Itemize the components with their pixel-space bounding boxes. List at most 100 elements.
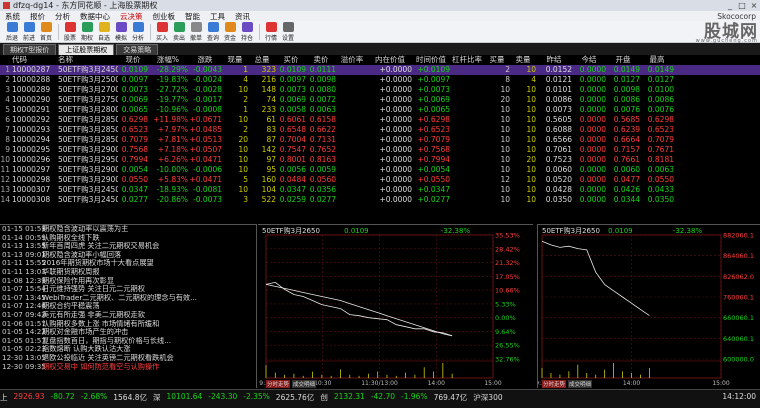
table-cell: -19.83% <box>156 75 188 84</box>
table-cell: 0.0073 <box>121 85 148 94</box>
toolbar-button-4[interactable]: 期权 <box>79 21 95 42</box>
toolbar-button-8[interactable]: 买入 <box>154 21 170 42</box>
menu-item-4[interactable]: 云决策 <box>115 11 148 22</box>
news-item[interactable]: 12-30 09:35 期权交易中 如何防范看空与认购操作 <box>0 362 256 372</box>
toolbar-button-9[interactable]: 卖出 <box>171 21 187 42</box>
table-row[interactable]: 9 10000295 50ETF购3月2900 0.7568 +7.18% +0.0507… <box>0 145 760 155</box>
toolbar-button-3[interactable]: 股票 <box>62 21 78 42</box>
table-cell: -0.0043 <box>193 65 222 74</box>
table-row[interactable]: 6 10000292 50ETF购3月2850 0.6298 +11.98% +0.067… <box>0 115 760 125</box>
toolbar-button-6[interactable]: 模拟 <box>113 21 129 42</box>
table-cell: 10000292 <box>12 115 51 124</box>
tab-2[interactable]: 交易策略 <box>116 44 159 55</box>
column-header[interactable]: 最高 <box>640 55 674 65</box>
menu-item-2[interactable]: 分析 <box>50 11 75 22</box>
toolbar-button-1[interactable]: 前进 <box>21 21 37 42</box>
minimize-button[interactable]: _ <box>724 1 736 10</box>
toolbar-button-10[interactable]: 撤单 <box>188 21 204 42</box>
menu-item-3[interactable]: 数据中心 <box>75 11 115 22</box>
column-header[interactable]: 时间价值 <box>412 55 450 65</box>
chart2-x-tick: 14:00 <box>623 380 640 387</box>
toolbar-button-2[interactable]: 首页 <box>38 21 54 42</box>
menu-item-7[interactable]: 工具 <box>205 11 230 22</box>
status-item: 深 <box>153 393 161 402</box>
table-cell: 14 <box>0 195 10 204</box>
column-header[interactable]: 涨幅% <box>148 55 188 65</box>
chart1-y-tick: 5.33% <box>495 300 516 308</box>
table-row[interactable]: 10 10000296 50ETF购3月2950 0.7994 +6.26% +0.047… <box>0 155 760 165</box>
table-cell: -18.93% <box>156 185 188 194</box>
menu-item-0[interactable]: 系统 <box>0 11 25 22</box>
tab-bar: 期权T型报价 上证股票期权 交易策略 <box>0 43 760 55</box>
table-cell: 10 <box>0 155 10 164</box>
tab-0[interactable]: 期权T型报价 <box>3 44 57 55</box>
column-header[interactable]: 买量 <box>484 55 510 65</box>
chart2-y-tick: 826062.0 <box>723 273 754 281</box>
table-cell: 10000287 <box>12 65 51 74</box>
toolbar-button-7[interactable]: 分析 <box>130 21 146 42</box>
menu-item-5[interactable]: 创业板 <box>148 11 181 22</box>
toolbar-button-15[interactable]: 设置 <box>280 21 296 42</box>
table-cell: 10 <box>526 135 536 144</box>
table-cell: 50ETF购3月2950 <box>58 155 118 164</box>
news-headline: 日元维持强势 关注日元二元期权 <box>42 285 145 294</box>
table-cell <box>336 155 368 165</box>
toolbar-button-0[interactable]: 后退 <box>4 21 20 42</box>
chart1-y-tick: 17.05% <box>495 273 520 281</box>
table-cell: 0.0152 <box>545 65 572 74</box>
column-header[interactable]: 代码 <box>12 55 58 65</box>
table-row[interactable]: 1 10000287 50ETF购3月2450 0.0109 -28.29% -0.004… <box>0 65 760 75</box>
position-icon <box>241 21 253 32</box>
home-icon <box>40 21 52 32</box>
table-row[interactable]: 7 10000293 50ETF购3月2850 0.6523 +7.97% +0.0485… <box>0 125 760 135</box>
toolbar-button-12[interactable]: 资金 <box>222 21 238 42</box>
table-cell: 1 <box>5 65 10 74</box>
table-cell: 0.0086 <box>647 95 674 104</box>
table-row[interactable]: 4 10000290 50ETF购3月2750 0.0069 -19.77% -0.001… <box>0 95 760 105</box>
column-header[interactable]: 名称 <box>58 55 118 65</box>
status-item: 2625.76亿 <box>275 393 315 402</box>
table-row[interactable]: 8 10000294 50ETF购3月2850 0.7079 +7.81% +0.0513… <box>0 135 760 145</box>
column-header[interactable]: 今结 <box>572 55 606 65</box>
column-header[interactable]: 涨跌 <box>188 55 222 65</box>
chart2-y-tick: 660060.1 <box>723 314 754 322</box>
table-row[interactable]: 5 10000291 50ETF购3月2800 0.0065 -10.96% -0.000… <box>0 105 760 115</box>
table-row[interactable]: 13 10000307 50ETF购3月2450 0.0347 -18.93% -0.00… <box>0 185 760 195</box>
table-cell: 12 <box>500 175 510 184</box>
column-header[interactable]: 现价 <box>118 55 148 65</box>
table-header: 代码 名称 现价 涨幅% 涨跌 现量 总量 买价 卖价 溢价率 内在价值 时间价值 杠杆比率 买量 卖量 昨结… <box>0 55 760 65</box>
table-row[interactable]: 3 10000289 50ETF购3月2700 0.0073 -27.72% -0.002… <box>0 85 760 95</box>
table-cell: 0.7661 <box>613 155 640 164</box>
column-header[interactable]: 买价 <box>276 55 306 65</box>
table-cell: 0.0347 <box>279 185 306 194</box>
maximize-button[interactable]: □ <box>736 1 748 10</box>
toolbar: 后退 前进 首页 股票 期权 自选 模拟 分析 买入 卖出 撤单 查询 资金 持仓 行情 设置 股城网 www.g… <box>0 21 760 44</box>
column-header[interactable]: 溢价率 <box>336 55 368 65</box>
column-header[interactable]: 现量 <box>222 55 248 65</box>
column-header[interactable]: 内在价值 <box>368 55 412 65</box>
close-button[interactable]: × <box>748 1 760 10</box>
table-cell: 50ETF购3月2450 <box>58 65 118 74</box>
column-header[interactable]: 开盘 <box>606 55 640 65</box>
toolbar-button-11[interactable]: 查询 <box>205 21 221 42</box>
table-cell: 2 <box>243 95 248 104</box>
menu-item-8[interactable]: 资讯 <box>230 11 255 22</box>
table-cell: +0.0000 <box>379 165 412 174</box>
toolbar-button-5[interactable]: 自选 <box>96 21 112 42</box>
menu-item-6[interactable]: 智能 <box>180 11 205 22</box>
table-row[interactable]: 2 10000288 50ETF购3月2500 0.0097 -19.83% -0.002… <box>0 75 760 85</box>
column-header[interactable]: 总量 <box>248 55 276 65</box>
column-header[interactable] <box>0 55 12 65</box>
table-row[interactable]: 11 10000297 50ETF购3月2900 0.0054 -10.00% -0.00… <box>0 165 760 175</box>
column-header[interactable]: 杠杆比率 <box>450 55 484 65</box>
toolbar-button-13[interactable]: 持仓 <box>239 21 255 42</box>
menu-item-1[interactable]: 报价 <box>25 11 50 22</box>
column-header[interactable]: 卖量 <box>510 55 536 65</box>
toolbar-button-14[interactable]: 行情 <box>263 21 279 42</box>
column-header[interactable]: 昨结 <box>536 55 572 65</box>
toolbar-label: 行情 <box>264 34 277 42</box>
table-row[interactable]: 14 10000308 50ETF购3月2450 0.0277 -20.86% -0.00… <box>0 195 760 205</box>
column-header[interactable]: 卖价 <box>306 55 336 65</box>
table-row[interactable]: 12 10000298 50ETF购3月2900 0.0550 +5.83% +0.047… <box>0 175 760 185</box>
tab-1[interactable]: 上证股票期权 <box>58 44 115 55</box>
